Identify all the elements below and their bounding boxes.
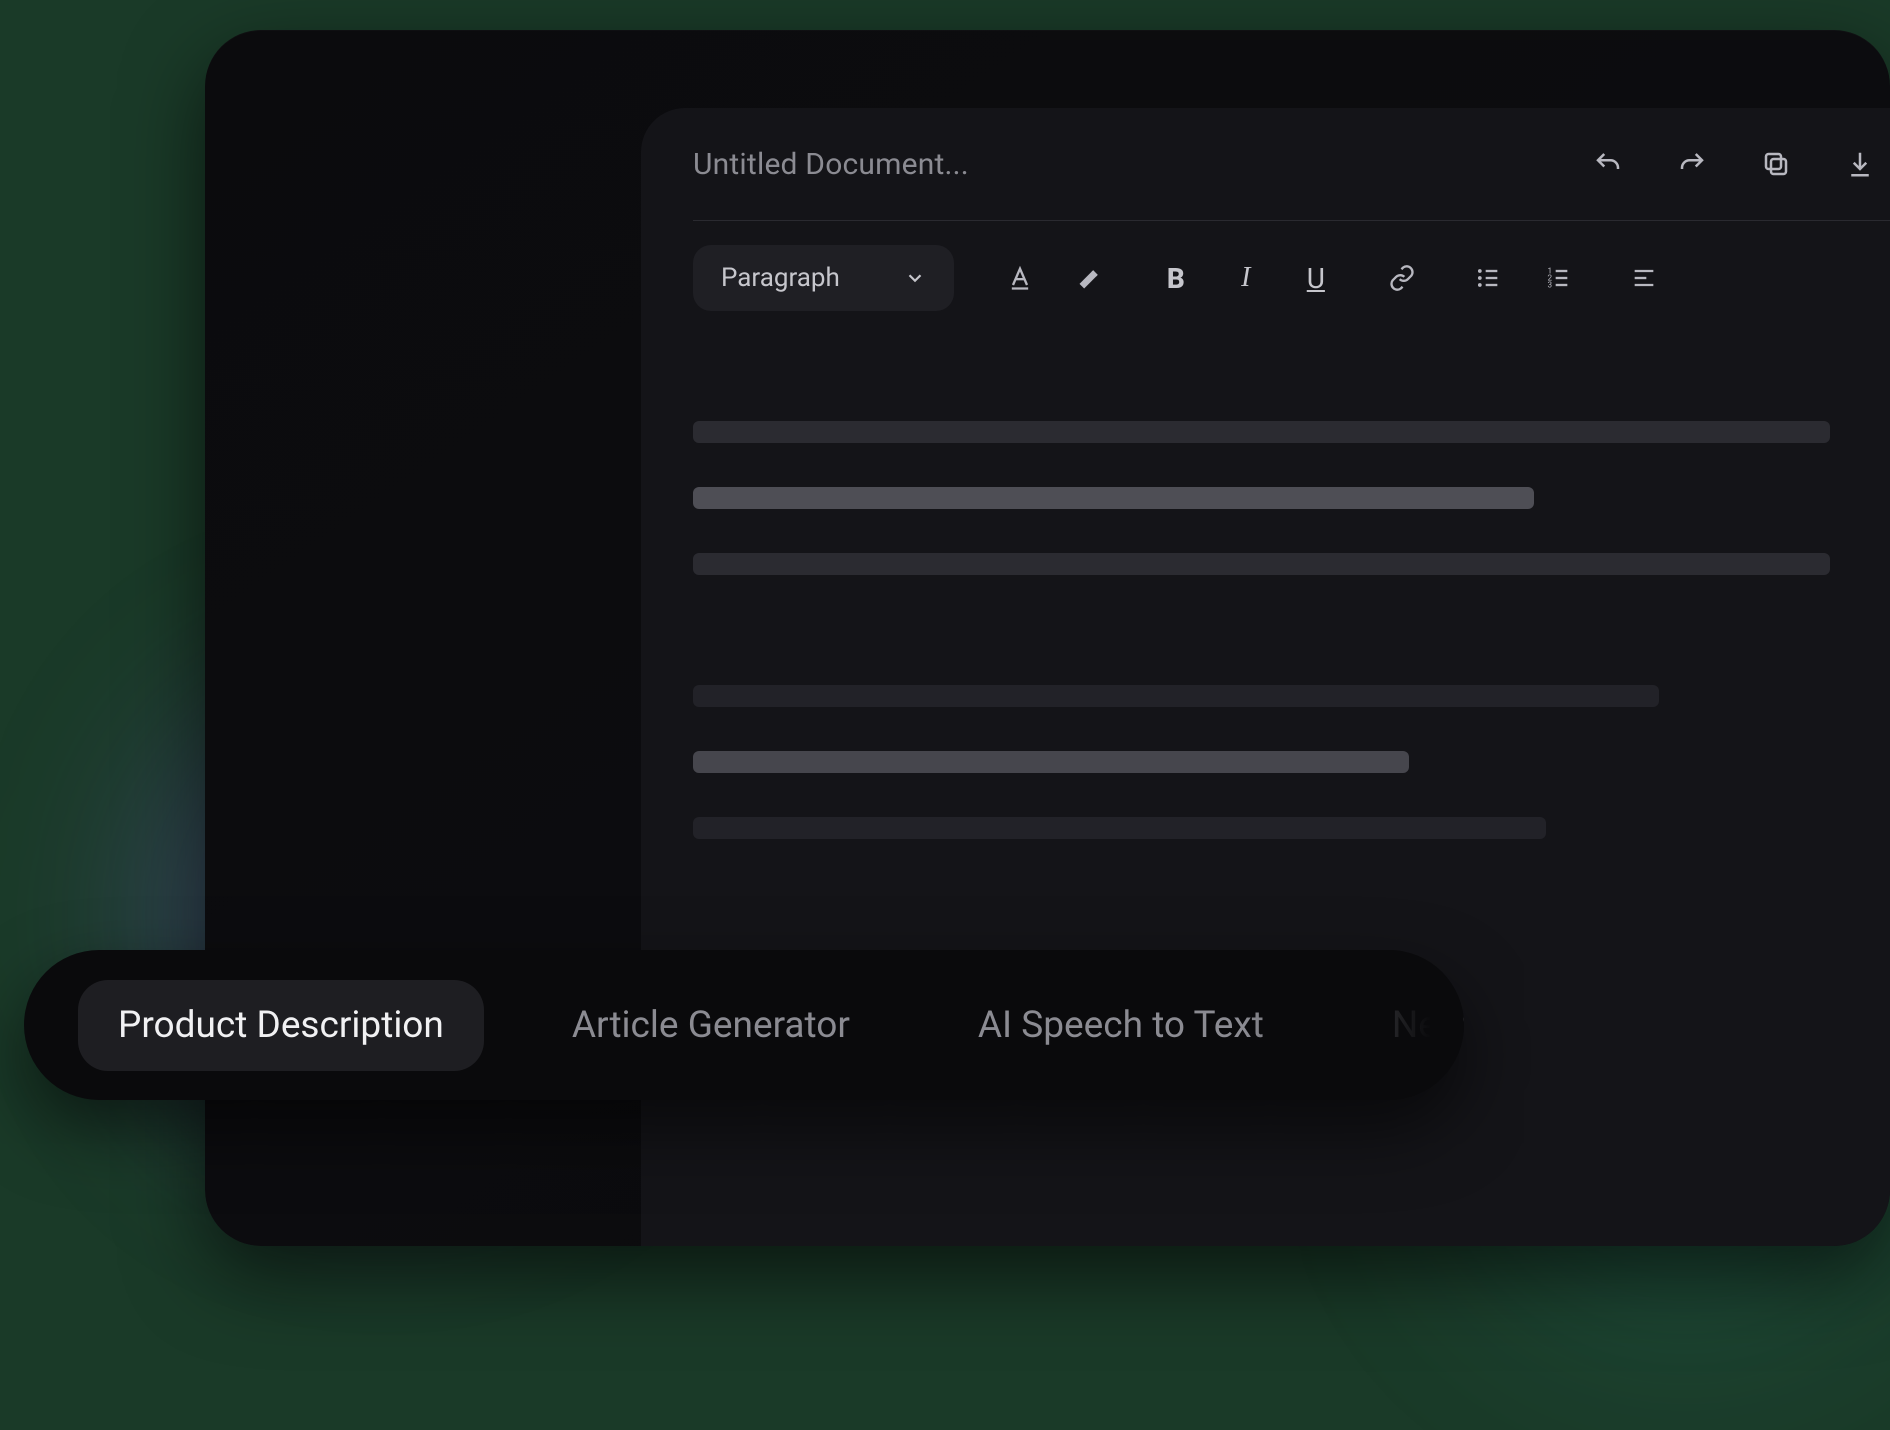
- formatting-toolbar: Paragraph B I U: [693, 245, 1890, 311]
- document-title-input[interactable]: Untitled Document...: [693, 147, 969, 182]
- link-icon[interactable]: [1382, 258, 1422, 298]
- align-left-icon[interactable]: [1624, 258, 1664, 298]
- template-chips-bar: Product Description Article Generator AI…: [24, 950, 1464, 1100]
- link-group: [1382, 258, 1422, 298]
- chip-newsletter[interactable]: Newsletter: [1352, 980, 1464, 1071]
- text-color-icon[interactable]: [1000, 258, 1040, 298]
- chip-product-description[interactable]: Product Description: [78, 980, 484, 1071]
- skeleton-line: [693, 421, 1830, 443]
- divider: [693, 220, 1890, 221]
- skeleton-line: [693, 487, 1534, 509]
- bold-icon[interactable]: B: [1156, 258, 1196, 298]
- list-group: 123: [1468, 258, 1578, 298]
- paragraph-style-select[interactable]: Paragraph: [693, 245, 954, 311]
- download-icon[interactable]: [1840, 144, 1880, 184]
- numbered-list-icon[interactable]: 123: [1538, 258, 1578, 298]
- underline-icon[interactable]: U: [1296, 258, 1336, 298]
- align-group: [1624, 258, 1664, 298]
- skeleton-line: [693, 685, 1659, 707]
- chip-article-generator[interactable]: Article Generator: [532, 980, 890, 1071]
- skeleton-line: [693, 553, 1830, 575]
- skeleton-line: [693, 817, 1546, 839]
- chevron-down-icon: [904, 267, 926, 289]
- highlight-icon[interactable]: [1070, 258, 1110, 298]
- undo-icon[interactable]: [1588, 144, 1628, 184]
- chip-ai-speech-to-text[interactable]: AI Speech to Text: [938, 980, 1304, 1071]
- document-body[interactable]: [693, 421, 1890, 839]
- text-style-group: B I U: [1156, 258, 1336, 298]
- redo-icon[interactable]: [1672, 144, 1712, 184]
- copy-icon[interactable]: [1756, 144, 1796, 184]
- skeleton-line: [693, 751, 1409, 773]
- svg-text:3: 3: [1547, 279, 1552, 289]
- bullet-list-icon[interactable]: [1468, 258, 1508, 298]
- color-group: [1000, 258, 1110, 298]
- title-row: Untitled Document...: [693, 144, 1890, 184]
- title-actions: [1588, 144, 1890, 184]
- italic-icon[interactable]: I: [1226, 258, 1266, 298]
- paragraph-style-label: Paragraph: [721, 263, 840, 293]
